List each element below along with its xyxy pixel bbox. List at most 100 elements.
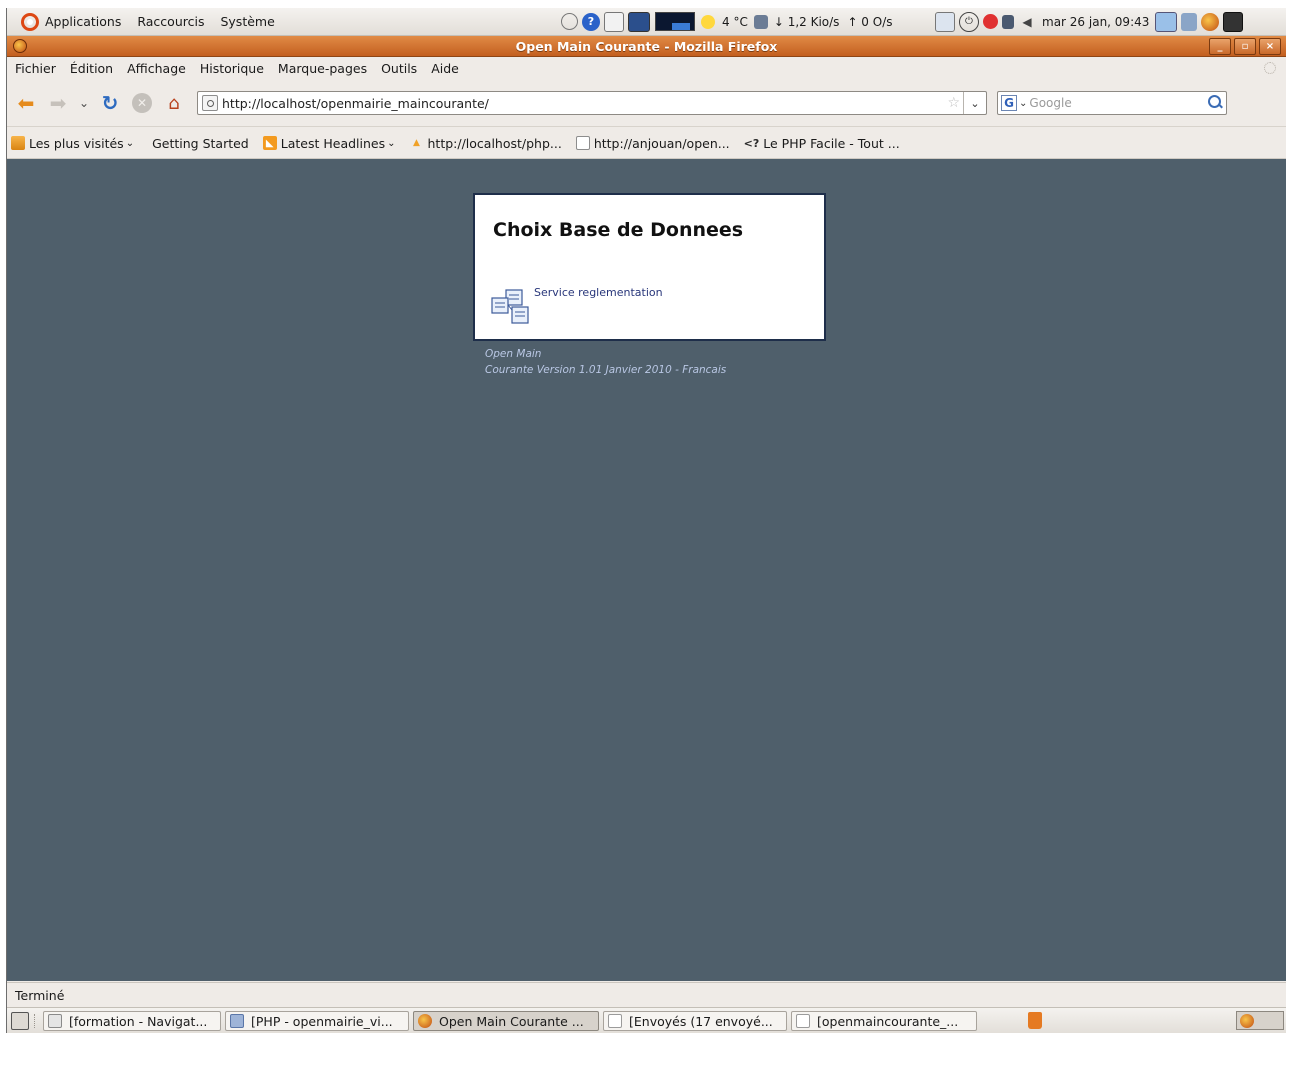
firefox-launcher-icon[interactable] xyxy=(1201,12,1220,31)
url-history-dropdown[interactable]: ⌄ xyxy=(963,92,986,114)
screenshot-icon[interactable] xyxy=(935,11,955,32)
phpmyadmin-icon: ▲ xyxy=(413,138,420,148)
menu-marque-pages[interactable]: Marque-pages xyxy=(278,61,367,76)
forward-button[interactable]: ➡ xyxy=(45,90,71,116)
menu-historique[interactable]: Historique xyxy=(200,61,264,76)
database-link-service-reglementation[interactable]: Service reglementation xyxy=(534,286,663,299)
task-openmaincourante[interactable]: [openmaincourante_... xyxy=(791,1011,977,1031)
panel-menu-systeme[interactable]: Système xyxy=(220,14,274,29)
document-icon xyxy=(796,1014,810,1028)
task-envoyes[interactable]: [Envoyés (17 envoyé... xyxy=(603,1011,787,1031)
page-title: Choix Base de Donnees xyxy=(493,219,744,241)
show-desktop-button[interactable] xyxy=(11,1012,29,1030)
back-button[interactable]: ⬅ xyxy=(13,90,39,116)
firefox-icon xyxy=(1240,1013,1254,1028)
menu-aide[interactable]: Aide xyxy=(431,61,459,76)
stop-button[interactable]: ✕ xyxy=(129,90,155,116)
home-button[interactable]: ⌂ xyxy=(161,90,187,116)
bookmark-getting-started[interactable]: Getting Started xyxy=(148,136,249,151)
editor-icon xyxy=(230,1014,244,1028)
page-content: Choix Base de Donnees Service reglementa… xyxy=(7,159,1286,981)
database-icon[interactable] xyxy=(490,288,532,326)
panel-menu-applications[interactable]: Applications xyxy=(45,14,121,29)
panel-menu-raccourcis[interactable]: Raccourcis xyxy=(137,14,204,29)
menu-edition[interactable]: Édition xyxy=(70,61,113,76)
firefox-icon xyxy=(418,1014,432,1028)
trash-icon[interactable] xyxy=(1028,1012,1042,1029)
bookmark-anjouan[interactable]: http://anjouan/open... xyxy=(575,135,730,151)
power-icon[interactable]: ⏻ xyxy=(959,11,979,32)
menu-fichier[interactable]: Fichier xyxy=(15,61,56,76)
chevron-down-icon: ⌄ xyxy=(387,137,396,149)
stop-icon: ✕ xyxy=(132,93,152,113)
task-formation[interactable]: [formation - Navigat... xyxy=(43,1011,221,1031)
search-input[interactable]: Google xyxy=(1029,96,1071,110)
history-dropdown-button[interactable]: ⌄ xyxy=(77,90,91,116)
database-choice-panel: Choix Base de Donnees Service reglementa… xyxy=(473,193,826,341)
network-graph-icon[interactable] xyxy=(655,12,695,31)
desktop-screen: Applications Raccourcis Système ? 4 °C ↓… xyxy=(6,8,1286,1033)
task-label: [openmaincourante_... xyxy=(817,1013,959,1029)
bookmark-latest-headlines[interactable]: ◣ Latest Headlines ⌄ xyxy=(262,135,396,151)
mail-notifier-icon[interactable] xyxy=(561,13,578,30)
bookmark-php-facile[interactable]: <? Le PHP Facile - Tout ... xyxy=(744,136,900,151)
network-launcher-icon[interactable] xyxy=(1181,12,1198,31)
maximize-button[interactable]: ▫ xyxy=(1234,38,1256,55)
top-panel: Applications Raccourcis Système ? 4 °C ↓… xyxy=(7,8,1286,36)
volume-icon[interactable]: ◀ xyxy=(1018,13,1036,31)
monitor-icon[interactable] xyxy=(628,11,650,32)
workspace-switcher[interactable] xyxy=(1236,1011,1284,1030)
window-controls: _ ▫ × xyxy=(1206,38,1281,55)
bookmark-label: http://localhost/php... xyxy=(427,135,562,151)
status-bar: Terminé xyxy=(7,982,1286,1007)
window-titlebar[interactable]: Open Main Courante - Mozilla Firefox _ ▫… xyxy=(7,36,1286,57)
reload-button[interactable]: ↻ xyxy=(97,90,123,116)
weather-sun-icon xyxy=(701,14,715,29)
search-bar[interactable]: G ⌄ Google xyxy=(997,91,1227,115)
help-icon[interactable]: ? xyxy=(582,12,600,31)
network-icon xyxy=(753,14,768,29)
bookmark-star-icon[interactable]: ☆ xyxy=(947,95,960,111)
close-button[interactable]: × xyxy=(1259,38,1281,55)
engine-dropdown-icon[interactable]: ⌄ xyxy=(1019,98,1027,109)
throbber-icon xyxy=(1264,62,1276,74)
bookmark-les-plus-visites[interactable]: Les plus visités ⌄ xyxy=(11,136,134,151)
minimize-button[interactable]: _ xyxy=(1209,38,1231,55)
menubar: Fichier Édition Affichage Historique Mar… xyxy=(7,57,1286,79)
google-engine-icon[interactable]: G xyxy=(1001,95,1017,111)
search-icon[interactable] xyxy=(1208,95,1221,108)
site-identity-icon[interactable] xyxy=(202,95,218,111)
folder-icon xyxy=(48,1014,62,1028)
status-text: Terminé xyxy=(15,987,65,1003)
notes-icon[interactable] xyxy=(604,11,624,32)
bookmark-label: Le PHP Facile - Tout ... xyxy=(763,135,900,151)
page-icon xyxy=(575,136,590,150)
text-editor-launcher-icon[interactable] xyxy=(1155,11,1178,32)
task-label: [Envoyés (17 envoyé... xyxy=(629,1013,773,1029)
net-upload-speed: ↑ 0 O/s xyxy=(847,14,893,29)
update-notifier-icon[interactable] xyxy=(983,14,998,29)
panel-clock[interactable]: mar 26 jan, 09:43 xyxy=(1042,15,1149,29)
task-label: Open Main Courante ... xyxy=(439,1013,584,1029)
bookmark-label: Latest Headlines xyxy=(280,135,386,151)
terminal-launcher-icon[interactable] xyxy=(1223,11,1244,32)
bookmarks-toolbar: Les plus visités ⌄ Getting Started ◣ Lat… xyxy=(7,128,1286,159)
system-tray: ⏻ ◀ mar 26 jan, 09:43 xyxy=(933,8,1245,35)
menu-outils[interactable]: Outils xyxy=(381,61,417,76)
ubuntu-logo-icon[interactable] xyxy=(21,12,39,31)
mail-icon xyxy=(608,1014,622,1028)
task-label: [PHP - openmairie_vi... xyxy=(251,1013,393,1029)
window-title: Open Main Courante - Mozilla Firefox xyxy=(515,38,778,54)
task-php-editor[interactable]: [PHP - openmairie_vi... xyxy=(225,1011,409,1031)
bookmark-label: Les plus visités xyxy=(29,135,124,151)
weather-temperature[interactable]: 4 °C xyxy=(722,15,748,29)
footer-version: Courante Version 1.01 Janvier 2010 - Fra… xyxy=(485,364,727,376)
task-open-main-courante[interactable]: Open Main Courante ... xyxy=(413,1011,599,1031)
url-bar[interactable]: http://localhost/openmairie_maincourante… xyxy=(197,91,987,115)
network-manager-icon[interactable] xyxy=(1002,14,1014,29)
task-label: [formation - Navigat... xyxy=(69,1013,208,1029)
menu-affichage[interactable]: Affichage xyxy=(127,61,186,76)
bookmark-label: http://anjouan/open... xyxy=(593,135,730,151)
url-text[interactable]: http://localhost/openmairie_maincourante… xyxy=(222,96,489,111)
bookmark-localhost-php[interactable]: ▲ http://localhost/php... xyxy=(410,136,562,151)
